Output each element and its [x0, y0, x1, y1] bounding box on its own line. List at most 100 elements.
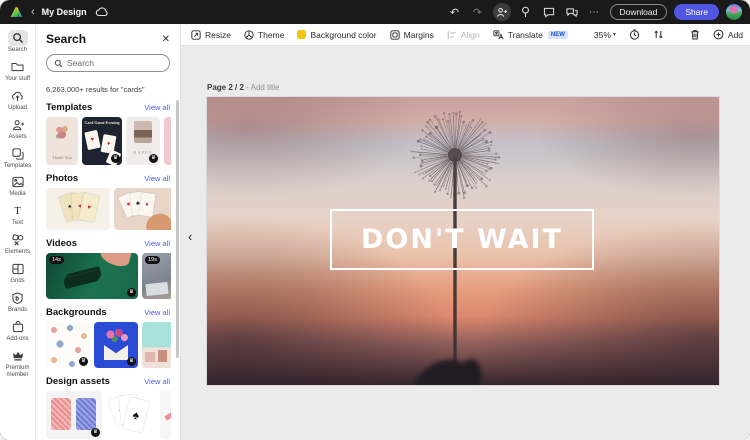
background-color-swatch-icon — [297, 30, 306, 39]
premium-member-icon — [8, 348, 28, 364]
section-title-videos: Videos — [46, 238, 77, 249]
delete-page-button[interactable] — [690, 29, 700, 40]
view-all-templates[interactable]: View all — [144, 103, 170, 112]
section-title-design-assets: Design assets — [46, 376, 110, 387]
premium-crown-icon: ♛ — [111, 154, 120, 163]
view-all-photos[interactable]: View all — [144, 174, 170, 183]
photos-row: ♠ ♥ ♥ ♥ ♣ ♦ — [46, 188, 171, 230]
premium-crown-icon: ♛ — [127, 357, 136, 366]
text-frame[interactable]: DON'T WAIT — [330, 209, 594, 270]
comment-icon[interactable] — [541, 4, 557, 20]
design-asset-thumb-2[interactable]: ♦ ♣ ♠ — [106, 391, 156, 439]
view-all-backgrounds[interactable]: View all — [144, 308, 170, 317]
back-icon[interactable]: ‹ — [31, 7, 35, 18]
translate-button[interactable]: Translate NEW — [493, 30, 568, 40]
folder-icon — [8, 59, 28, 75]
user-avatar[interactable] — [726, 4, 742, 20]
sidebar-item-brands[interactable]: Brands — [0, 287, 36, 316]
reorder-pages-button[interactable] — [653, 29, 664, 40]
sidebar-item-add-ons[interactable]: Add-ons — [0, 316, 36, 345]
premium-crown-icon: ♛ — [149, 154, 158, 163]
page-duration-button[interactable] — [629, 29, 640, 40]
overlay-text[interactable]: DON'T WAIT — [361, 224, 563, 255]
design-asset-thumb-1[interactable]: ♛ — [46, 391, 102, 439]
sidebar-item-media[interactable]: Media — [0, 171, 36, 200]
margins-button[interactable]: Margins — [390, 30, 434, 40]
align-icon — [447, 30, 457, 40]
redo-icon[interactable]: ↷ — [470, 4, 486, 20]
resize-button[interactable]: Resize — [191, 30, 231, 40]
sidebar-item-premium[interactable]: Premium member — [0, 345, 36, 381]
sidebar-item-upload[interactable]: Upload — [0, 85, 36, 114]
sidebar-item-your-stuff[interactable]: Your stuff — [0, 56, 36, 85]
add-ons-icon — [8, 319, 28, 335]
background-thumb-2[interactable]: ♛ — [94, 322, 138, 368]
view-all-videos[interactable]: View all — [144, 239, 170, 248]
design-canvas[interactable]: DON'T WAIT — [207, 97, 719, 385]
translate-icon — [493, 30, 504, 40]
sidebar-item-search[interactable]: Search — [0, 27, 36, 56]
sidebar-item-grids[interactable]: Grids — [0, 258, 36, 287]
template-thumb-3[interactable]: HAPPY ♛ — [126, 117, 160, 165]
panel-title: Search — [46, 32, 86, 46]
download-button[interactable]: Download — [610, 4, 668, 20]
align-button[interactable]: Align — [447, 30, 480, 40]
collapse-panel-icon[interactable]: ‹ — [188, 229, 192, 244]
premium-crown-icon: ♛ — [127, 288, 136, 297]
main-area: Resize Theme Background color Margins Al… — [181, 24, 750, 440]
search-placeholder: Search — [67, 58, 94, 68]
premium-crown-icon: ♛ — [79, 357, 88, 366]
more-options-icon[interactable]: ⋯ — [587, 4, 603, 20]
search-icon — [8, 30, 28, 46]
template-thumb-4[interactable] — [164, 117, 171, 165]
video-duration-badge: 14s — [49, 256, 64, 264]
theme-icon — [244, 30, 254, 40]
background-thumb-1[interactable]: ♛ — [46, 322, 90, 368]
zoom-level-select[interactable]: 35% ▾ — [594, 30, 616, 40]
design-asset-thumb-3[interactable] — [160, 391, 171, 439]
backgrounds-row: ♛ ♛ — [46, 322, 171, 368]
sidebar-item-assets[interactable]: Assets — [0, 114, 36, 143]
brands-shield-icon — [8, 290, 28, 306]
photo-thumb-2[interactable]: ♥ ♣ ♦ — [114, 188, 171, 230]
photo-thumb-1[interactable]: ♠ ♥ ♥ — [46, 188, 110, 230]
page-label[interactable]: Page 2 / 2 - Add title — [207, 83, 280, 92]
chevron-down-icon: ▾ — [613, 31, 616, 38]
video-thumb-2[interactable]: 19s — [142, 253, 171, 299]
theme-button[interactable]: Theme — [244, 30, 284, 40]
text-tool-icon: T — [8, 203, 28, 219]
background-thumb-3[interactable] — [142, 322, 171, 368]
chat-feedback-icon[interactable] — [564, 4, 580, 20]
media-icon — [8, 174, 28, 190]
add-collaborator-icon[interactable] — [493, 3, 511, 21]
search-input[interactable]: Search — [46, 54, 170, 72]
add-page-button[interactable]: Add — [713, 29, 743, 40]
left-nav-rail: Search Your stuff Upload Assets — [0, 24, 36, 440]
premium-crown-icon: ♛ — [91, 428, 100, 437]
search-input-icon — [54, 59, 63, 68]
pin-icon[interactable] — [518, 4, 534, 20]
reorder-pages-icon — [653, 29, 664, 40]
share-button[interactable]: Share — [674, 4, 719, 20]
timer-icon — [629, 29, 640, 40]
cloud-sync-icon[interactable] — [94, 4, 110, 20]
sidebar-item-elements[interactable]: Elements — [0, 229, 36, 258]
sidebar-item-text[interactable]: T Text — [0, 200, 36, 229]
template-thumb-2[interactable]: Card Game Evening ♥ ♦ ♠ ♛ — [82, 117, 122, 165]
document-title[interactable]: My Design — [42, 7, 87, 17]
view-all-design-assets[interactable]: View all — [144, 377, 170, 386]
video-thumb-1[interactable]: 14s ♛ — [46, 253, 138, 299]
templates-icon — [8, 146, 28, 162]
background-color-button[interactable]: Background color — [297, 30, 376, 40]
new-badge: NEW — [548, 31, 568, 39]
panel-scrollbar[interactable] — [176, 100, 179, 358]
template-thumb-1[interactable]: Thank You — [46, 117, 78, 165]
section-title-photos: Photos — [46, 173, 78, 184]
trash-icon — [690, 29, 700, 40]
close-panel-icon[interactable]: ✕ — [162, 34, 170, 45]
add-icon — [713, 29, 724, 40]
context-toolbar: Resize Theme Background color Margins Al… — [181, 24, 750, 46]
undo-icon[interactable]: ↶ — [447, 4, 463, 20]
sidebar-item-templates[interactable]: Templates — [0, 143, 36, 172]
adobe-logo-icon[interactable] — [8, 4, 24, 20]
